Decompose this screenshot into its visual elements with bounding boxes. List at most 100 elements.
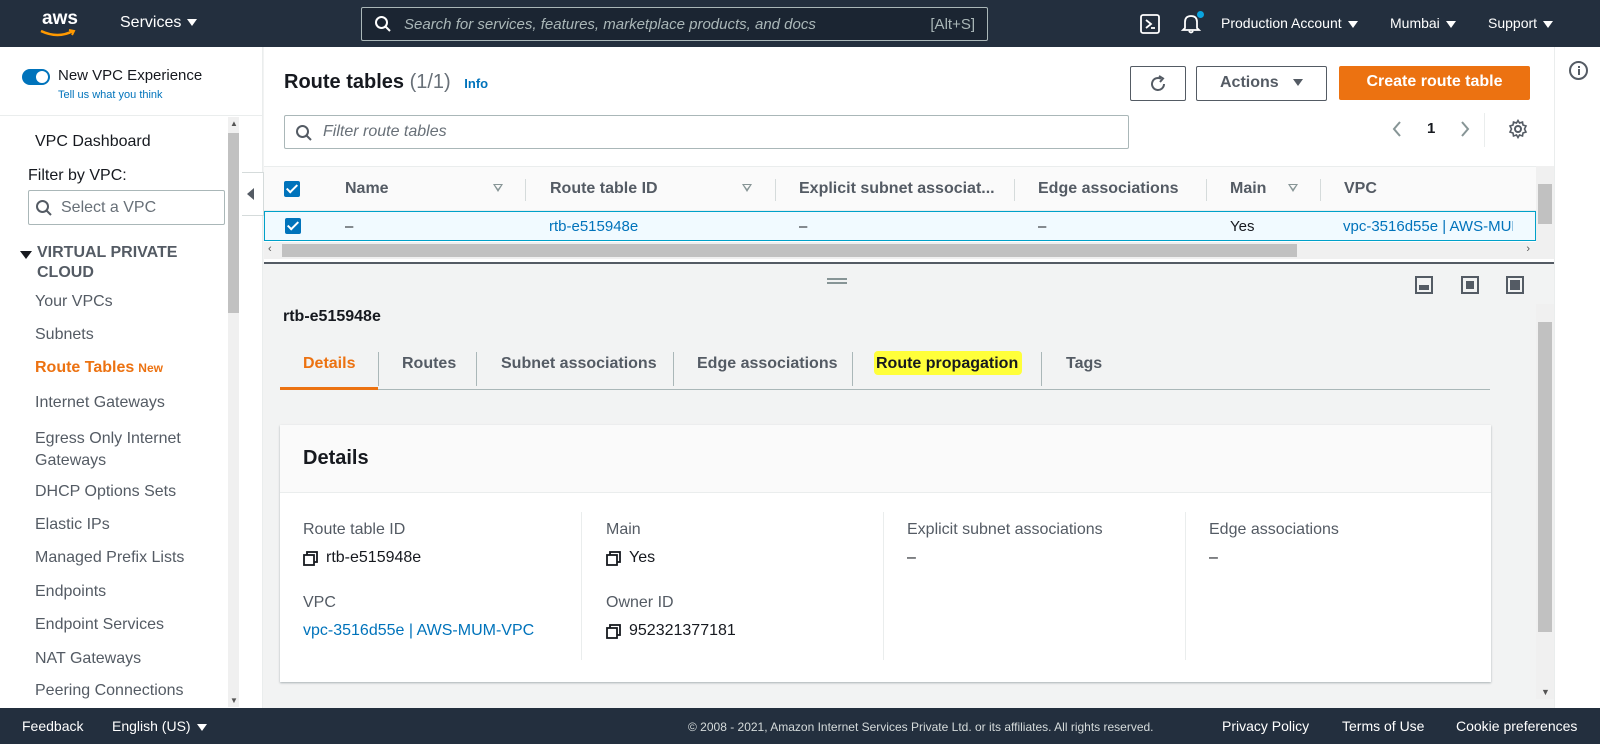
chevron-left-icon — [247, 188, 254, 200]
privacy-policy-link[interactable]: Privacy Policy — [1222, 718, 1309, 734]
sidebar-item-endpoints[interactable]: Endpoints — [35, 583, 106, 601]
column-header-name[interactable]: Name — [345, 180, 389, 198]
scrollbar-thumb[interactable] — [228, 133, 239, 313]
support-menu[interactable]: Support — [1488, 15, 1554, 31]
column-divider — [525, 179, 526, 201]
vpc-link[interactable]: vpc-3516d55e | AWS-MUM-VPC — [303, 622, 534, 640]
drag-handle[interactable] — [827, 278, 847, 284]
top-navigation-bar: aws Services Search for services, featur… — [0, 0, 1600, 47]
sidebar-item-route-tables[interactable]: Route Tables New — [35, 359, 163, 377]
column-divider — [883, 512, 884, 660]
filter-route-tables-input[interactable]: Filter route tables — [284, 115, 1129, 149]
vpc-filter-select[interactable]: Select a VPC — [28, 190, 225, 225]
cookie-preferences-link[interactable]: Cookie preferences — [1456, 718, 1577, 734]
tab-tags[interactable]: Tags — [1066, 355, 1102, 373]
info-link[interactable]: Info — [464, 76, 488, 91]
column-header-explicit-subnet-associations[interactable]: Explicit subnet associat... — [799, 180, 995, 198]
sidebar-item-endpoint-services[interactable]: Endpoint Services — [35, 616, 164, 634]
copy-icon[interactable] — [606, 624, 621, 639]
column-divider — [1014, 179, 1015, 201]
chevron-right-icon[interactable] — [1460, 121, 1470, 137]
terms-of-use-link[interactable]: Terms of Use — [1342, 718, 1424, 734]
sidebar-item-subnets[interactable]: Subnets — [35, 326, 94, 344]
settings-icon[interactable] — [1508, 119, 1528, 139]
scroll-down-icon[interactable]: ▼ — [230, 696, 238, 705]
column-header-vpc[interactable]: VPC — [1344, 180, 1377, 198]
details-split-panel: rtb-e515948e Details Routes Subnet assoc… — [264, 264, 1554, 708]
cell-route-table-id-link[interactable]: rtb-e515948e — [549, 218, 638, 235]
caret-down-icon — [1445, 20, 1456, 28]
scrollbar-thumb[interactable] — [282, 244, 1297, 257]
refresh-button[interactable] — [1130, 66, 1186, 101]
split-side-icon[interactable] — [1461, 276, 1479, 294]
sidebar-item-nat-gateways[interactable]: NAT Gateways — [35, 650, 141, 668]
language-selector[interactable]: English (US) — [112, 718, 207, 734]
scroll-right-icon[interactable]: › — [1526, 243, 1530, 255]
search-icon — [375, 16, 391, 32]
terminal-icon[interactable] — [1140, 14, 1160, 34]
cell-vpc-link[interactable]: vpc-3516d55e | AWS-MUM-VPC — [1343, 218, 1513, 235]
bell-icon[interactable] — [1180, 11, 1204, 34]
column-header-main[interactable]: Main — [1230, 180, 1266, 198]
sidebar-item-internet-gateways[interactable]: Internet Gateways — [35, 394, 165, 412]
tab-subnet-associations[interactable]: Subnet associations — [501, 355, 657, 373]
sidebar-item-elastic-ips[interactable]: Elastic IPs — [35, 516, 110, 534]
chevron-left-icon[interactable] — [1392, 121, 1402, 137]
info-icon[interactable] — [1569, 61, 1588, 80]
sidebar: New VPC Experience Tell us what you thin… — [0, 47, 263, 708]
copy-icon[interactable] — [606, 551, 621, 566]
scroll-down-icon[interactable]: ▼ — [1541, 687, 1550, 697]
sidebar-item-managed-prefix-lists[interactable]: Managed Prefix Lists — [35, 549, 184, 567]
tab-edge-associations[interactable]: Edge associations — [697, 355, 838, 373]
table-horizontal-scrollbar[interactable]: ‹ › — [264, 242, 1536, 259]
sidebar-item-vpc-dashboard[interactable]: VPC Dashboard — [35, 133, 151, 151]
sidebar-scrollbar[interactable]: ▲ ▼ — [228, 117, 239, 707]
row-checkbox[interactable] — [285, 218, 301, 234]
tab-routes[interactable]: Routes — [402, 355, 456, 373]
footer: Feedback English (US) © 2008 - 2021, Ama… — [0, 708, 1600, 744]
sidebar-item-peering-connections[interactable]: Peering Connections — [35, 682, 184, 700]
edge-associations-label: Edge associations — [1209, 521, 1339, 538]
sort-icon[interactable] — [742, 184, 752, 192]
feedback-link[interactable]: Tell us what you think — [58, 89, 163, 101]
route-table-id-value: rtb-e515948e — [326, 549, 422, 566]
scroll-left-icon[interactable]: ‹ — [268, 243, 272, 255]
column-header-route-table-id[interactable]: Route table ID — [550, 180, 658, 198]
new-vpc-experience-toggle[interactable] — [22, 69, 50, 85]
vpc-select-placeholder: Select a VPC — [61, 199, 157, 216]
scroll-up-icon[interactable]: ▲ — [230, 119, 238, 128]
collapse-sidebar-button[interactable] — [242, 172, 264, 216]
details-vertical-scrollbar[interactable]: ▼ — [1536, 304, 1554, 699]
account-menu[interactable]: Production Account — [1221, 15, 1358, 31]
notification-dot — [1197, 11, 1204, 18]
sort-icon[interactable] — [1288, 184, 1298, 192]
column-header-edge-associations[interactable]: Edge associations — [1038, 180, 1179, 198]
aws-logo[interactable]: aws — [40, 8, 84, 40]
split-full-icon[interactable] — [1506, 276, 1524, 294]
feedback-link[interactable]: Feedback — [22, 718, 83, 734]
select-all-checkbox[interactable] — [284, 181, 300, 197]
caret-down-icon — [1347, 20, 1358, 28]
sort-icon[interactable] — [493, 184, 503, 192]
main-label: Main — [606, 521, 641, 538]
caret-down-icon — [20, 251, 32, 259]
region-menu[interactable]: Mumbai — [1390, 15, 1456, 31]
actions-button[interactable]: Actions — [1196, 66, 1327, 101]
sidebar-item-dhcp-options-sets[interactable]: DHCP Options Sets — [35, 483, 176, 501]
page-number[interactable]: 1 — [1427, 120, 1435, 137]
create-route-table-button[interactable]: Create route table — [1339, 66, 1530, 100]
global-search-input[interactable]: Search for services, features, marketpla… — [361, 7, 988, 41]
split-bottom-icon[interactable] — [1415, 276, 1433, 294]
services-menu[interactable]: Services — [120, 14, 198, 32]
selection-count: (1/1) — [409, 71, 451, 93]
tab-details[interactable]: Details — [303, 355, 355, 373]
scrollbar-thumb[interactable] — [1538, 322, 1552, 632]
caret-down-icon — [1543, 20, 1554, 28]
copy-icon[interactable] — [303, 551, 318, 566]
sidebar-item-your-vpcs[interactable]: Your VPCs — [35, 293, 113, 311]
scrollbar-thumb[interactable] — [1538, 184, 1552, 224]
sidebar-item-egress-only-internet-gateways[interactable]: Egress Only Internet Gateways — [35, 428, 220, 472]
table-row[interactable]: – rtb-e515948e – – Yes vpc-3516d55e | AW… — [264, 211, 1536, 241]
tab-route-propagation[interactable]: Route propagation — [876, 355, 1018, 373]
table-vertical-scrollbar[interactable] — [1536, 166, 1554, 259]
